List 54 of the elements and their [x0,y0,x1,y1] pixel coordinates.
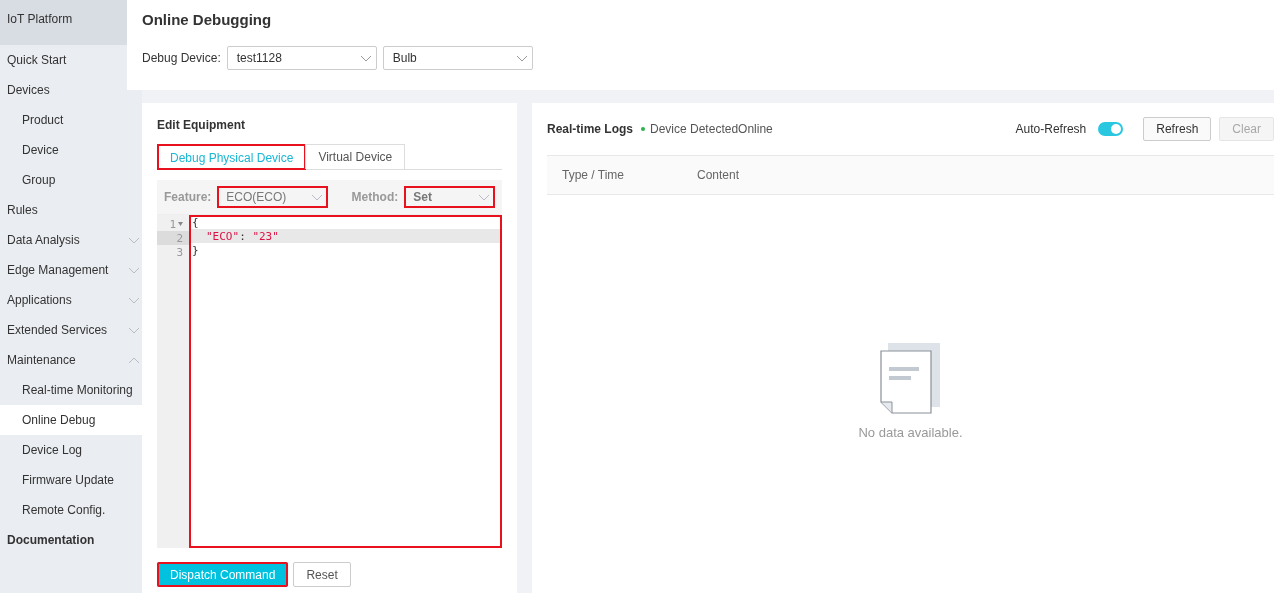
code-line: } [191,243,200,257]
panel-title: Edit Equipment [157,118,246,132]
reset-button[interactable]: Reset [293,562,351,587]
sidebar-item[interactable]: Real-time Monitoring [0,375,142,405]
sidebar-item[interactable]: Online Debug [0,405,142,435]
chevron-icon [128,356,140,364]
toggle-label: Auto-Refresh [1015,122,1087,136]
code-line: { [191,215,200,229]
chevron-icon [128,326,140,334]
line-number: 1 [157,217,189,231]
chevron-icon [128,236,140,244]
method-select[interactable]: Set [404,186,495,208]
sidebar-item[interactable]: Documentation [0,525,127,555]
sidebar-item[interactable]: Device [0,135,142,165]
caret-icon [359,54,372,62]
chevron-icon [128,296,140,304]
page-title: Online Debugging [142,11,273,28]
sidebar-item[interactable]: Applications [0,285,142,315]
sidebar-item[interactable]: Group [0,165,142,195]
field-label: Method: [351,190,399,204]
field-label: Debug Device: [142,51,221,65]
status-text: Device DetectedOnline [650,122,773,136]
sidebar-item[interactable]: Edge Management [0,255,142,285]
caret-icon [310,193,323,201]
document-icon [879,343,942,415]
sidebar-item[interactable]: Quick Start [0,45,127,75]
code-editor[interactable]: { "ECO": "23" } [189,215,502,548]
tab[interactable]: Virtual Device [305,144,406,169]
sidebar-item[interactable]: Data Analysis [0,225,142,255]
sidebar-item[interactable]: Rules [0,195,127,225]
sidebar-item[interactable]: Maintenance [0,345,142,375]
caret-icon [478,193,490,201]
device-select[interactable]: test1128 [226,46,377,70]
auto-refresh-toggle[interactable] [1098,122,1124,136]
empty-message: No data available. [858,425,963,440]
sidebar-item[interactable]: Extended Services [0,315,142,345]
fold-icon[interactable] [178,222,183,226]
chevron-icon [128,266,140,274]
field-label: Feature: [164,190,212,204]
feature-select[interactable]: ECO(ECO) [217,186,328,208]
sidebar-item[interactable]: Device Log [0,435,142,465]
device-select[interactable]: Bulb [382,46,533,70]
sidebar-item[interactable]: Remote Config. [0,495,142,525]
sidebar-item[interactable]: Devices [0,75,127,105]
column-header: Type / Time [561,168,626,182]
panel-title: Real-time Logs [547,122,633,136]
sidebar-item[interactable]: Product [0,105,142,135]
line-number: 2 [157,231,189,245]
brand-title: IoT Platform [0,0,127,45]
line-number: 3 [175,245,184,259]
refresh-button[interactable]: Refresh [1143,117,1212,141]
caret-icon [515,54,528,62]
column-header: Content [696,168,741,182]
sidebar-item[interactable]: Firmware Update [0,465,142,495]
